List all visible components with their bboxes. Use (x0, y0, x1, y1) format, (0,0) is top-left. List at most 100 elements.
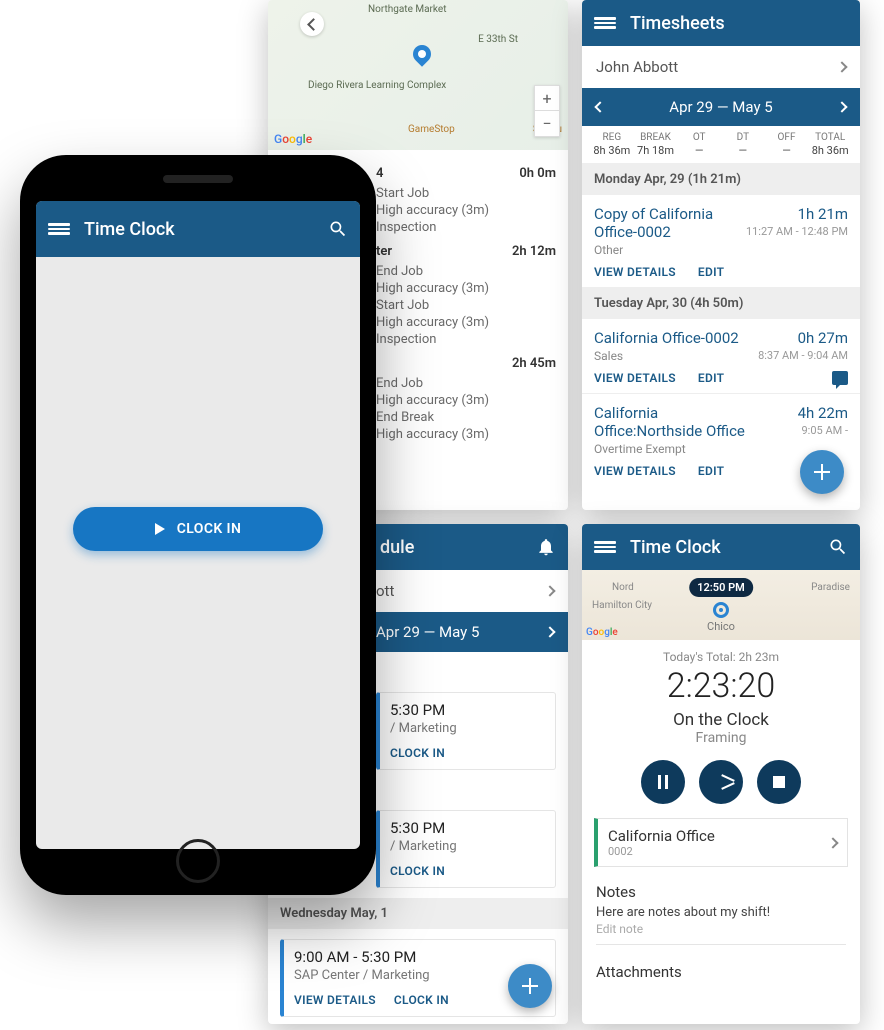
edit-note-link[interactable]: Edit note (596, 922, 846, 936)
entry-category: Other (594, 243, 848, 257)
shift-location: / Marketing (390, 839, 545, 854)
stat-label: OT (677, 132, 721, 143)
phone-earpiece (163, 175, 233, 183)
task-name: Framing (582, 730, 860, 746)
timer-display: 2:23:20 (582, 666, 860, 706)
timesheet-entry[interactable]: California Office-0002 0h 27m 8:37 AM - … (582, 319, 860, 394)
play-icon (155, 523, 165, 535)
map-label: Chico (707, 620, 735, 633)
time-clock-topbar: Time Clock (36, 201, 360, 257)
bell-icon[interactable] (536, 537, 556, 557)
log-line: Start Job (376, 185, 556, 202)
timesheet-entry[interactable]: Copy of California Office-0002 1h 21m 11… (582, 195, 860, 288)
shift-time: 9:00 AM - 5:30 PM (294, 948, 545, 966)
shift-location: / Marketing (390, 721, 545, 736)
clock-in-link[interactable]: CLOCK IN (390, 864, 445, 878)
stat-value: 7h 18m (634, 144, 678, 157)
view-details-link[interactable]: VIEW DETAILS (594, 464, 676, 478)
entry-name: Copy of California Office-0002 (594, 205, 754, 241)
stat-value: — (721, 144, 765, 157)
map-zoom[interactable]: +− (534, 85, 560, 137)
phone-home-button (176, 839, 220, 883)
phone-screen: Time Clock CLOCK IN (36, 201, 360, 849)
map-pin-icon (409, 41, 434, 66)
zoom-out[interactable]: − (535, 111, 559, 136)
pause-button[interactable] (641, 760, 685, 804)
person-selector[interactable]: John Abbott (582, 46, 860, 88)
entry-timespan: 9:05 AM - (802, 424, 849, 437)
location-dot-icon (713, 602, 729, 618)
notes-heading: Notes (596, 883, 846, 901)
log-line: High accuracy (3m) (376, 280, 556, 297)
shift-time: 5:30 PM (390, 819, 545, 837)
person-name: ott (376, 582, 394, 600)
menu-icon[interactable] (594, 539, 616, 555)
map-street: E 33th St (478, 34, 518, 45)
job-code: 0002 (608, 845, 829, 858)
view-details-link[interactable]: VIEW DETAILS (594, 265, 676, 279)
shift-card[interactable]: 5:30 PM / Marketing CLOCK IN (376, 692, 556, 770)
log-line: End Break (376, 409, 556, 426)
chevron-right-icon (544, 626, 555, 637)
map-view[interactable]: Northgate Market Diego Rivera Learning C… (268, 0, 568, 150)
map-poi: Diego Rivera Learning Complex (308, 80, 446, 91)
entry-duration: 4h 22m (798, 404, 848, 422)
edit-link[interactable]: EDIT (698, 371, 724, 385)
log-line: End Job (376, 375, 556, 392)
day-header: Tuesday Apr, 30 (4h 50m) (582, 288, 860, 319)
entry-duration: 0h 27m (798, 329, 848, 347)
notes-body: Here are notes about my shift! (596, 905, 846, 920)
job-selector[interactable]: California Office 0002 (594, 818, 848, 867)
mini-map[interactable]: Nord Hamilton City Paradise Chico 12:50 … (582, 570, 860, 640)
comment-icon[interactable] (832, 371, 848, 385)
page-title: Time Clock (84, 219, 328, 240)
stat-label: TOTAL (808, 132, 852, 143)
seg-label: ter (376, 244, 392, 259)
add-fab[interactable] (800, 450, 844, 494)
schedule-title: dule (380, 537, 536, 558)
seg-duration: 2h 45m (512, 356, 556, 371)
time-clock-title: Time Clock (630, 537, 828, 558)
menu-icon[interactable] (48, 221, 70, 237)
prev-week[interactable] (594, 101, 605, 112)
stat-label: BREAK (634, 132, 678, 143)
stat-value: 8h 36m (590, 144, 634, 157)
menu-icon[interactable] (594, 15, 616, 31)
notes-section: Notes Here are notes about my shift! Edi… (582, 871, 860, 936)
next-week[interactable] (836, 101, 847, 112)
week-nav: Apr 29 — May 5 (582, 88, 860, 126)
seg-duration: 0h 0m (519, 166, 556, 181)
chevron-right-icon (827, 837, 838, 848)
week-range: Apr 29 — May 5 (669, 98, 772, 116)
clock-in-button[interactable]: CLOCK IN (73, 507, 323, 551)
stat-value: 8h 36m (808, 144, 852, 157)
view-details-link[interactable]: VIEW DETAILS (594, 371, 676, 385)
shift-card[interactable]: 5:30 PM / Marketing CLOCK IN (376, 810, 556, 888)
map-label: Paradise (811, 582, 850, 593)
entry-timespan: 11:27 AM - 12:48 PM (746, 225, 848, 238)
switch-button[interactable] (699, 760, 743, 804)
seg-label: 4 (376, 166, 383, 181)
add-fab[interactable] (508, 964, 552, 1008)
back-button[interactable] (300, 12, 324, 36)
edit-link[interactable]: EDIT (698, 464, 724, 478)
search-icon[interactable] (828, 537, 848, 557)
view-details-link[interactable]: VIEW DETAILS (294, 993, 376, 1007)
clock-in-link[interactable]: CLOCK IN (390, 746, 445, 760)
entry-timespan: 8:37 AM - 9:04 AM (758, 349, 848, 362)
time-badge: 12:50 PM (689, 578, 753, 597)
log-line: End Job (376, 263, 556, 280)
shift-location: SAP Center / Marketing (294, 968, 545, 983)
stat-label: REG (590, 132, 634, 143)
seg-duration: 2h 12m (512, 244, 556, 259)
timesheets-topbar: Timesheets (582, 0, 860, 46)
log-line: Start Job (376, 297, 556, 314)
swap-icon (712, 773, 730, 791)
edit-link[interactable]: EDIT (698, 265, 724, 279)
stop-button[interactable] (757, 760, 801, 804)
clock-in-link[interactable]: CLOCK IN (394, 993, 449, 1007)
log-line: High accuracy (3m) (376, 202, 556, 219)
stat-label: OFF (765, 132, 809, 143)
search-icon[interactable] (328, 219, 348, 239)
zoom-in[interactable]: + (535, 86, 559, 111)
